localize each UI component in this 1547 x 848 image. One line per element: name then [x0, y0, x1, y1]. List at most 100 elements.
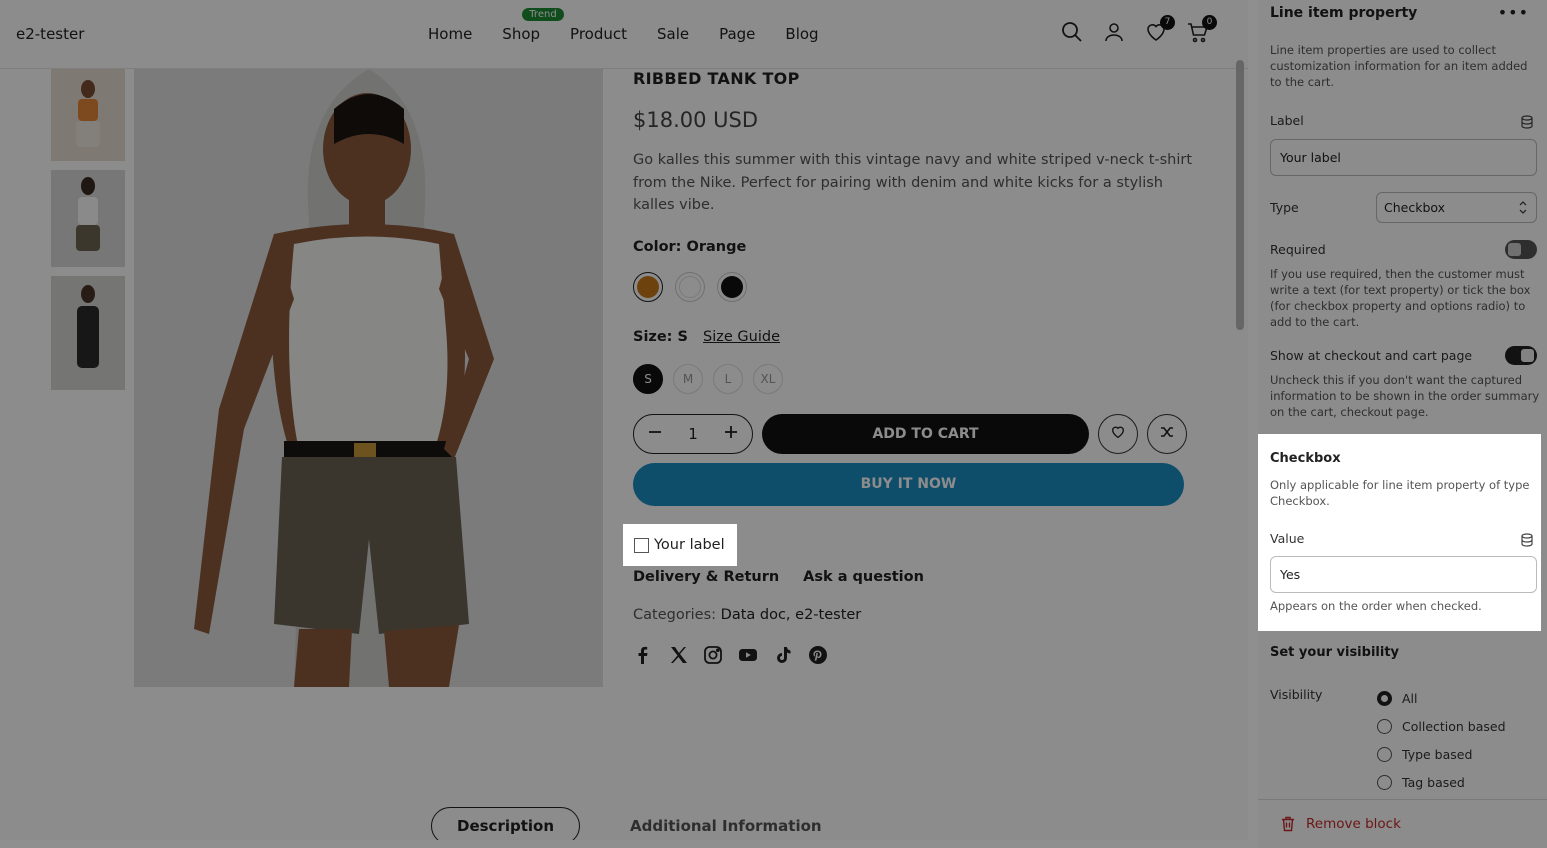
- categories-row: Categories: Data doc, e2-tester: [633, 607, 1193, 623]
- pinterest-icon[interactable]: [808, 645, 828, 665]
- ask-question-link[interactable]: Ask a question: [803, 569, 924, 585]
- panel-title: Line item property: [1270, 5, 1418, 21]
- radio-icon: [1377, 746, 1392, 762]
- nav-home[interactable]: Home: [428, 25, 472, 43]
- delivery-return-link[interactable]: Delivery & Return: [633, 569, 779, 585]
- color-swatches: [633, 271, 1193, 302]
- value-input[interactable]: Yes: [1270, 556, 1537, 593]
- size-option-l[interactable]: L: [713, 363, 743, 394]
- nav-product[interactable]: Product: [570, 25, 627, 43]
- cart-icon[interactable]: 0: [1186, 15, 1217, 44]
- value-help: Appears on the order when checked.: [1270, 599, 1482, 613]
- visibility-option-tag[interactable]: Tag based: [1377, 768, 1506, 796]
- database-icon[interactable]: [1520, 532, 1534, 547]
- nav-blog[interactable]: Blog: [785, 25, 818, 43]
- product-tabs: Description Additional Information: [431, 807, 822, 840]
- product-title: RIBBED TANK TOP: [633, 69, 800, 88]
- compare-button[interactable]: [1147, 413, 1187, 454]
- thumbnail-2[interactable]: [51, 170, 125, 267]
- size-label-row: Size: S Size Guide: [633, 329, 1193, 345]
- preview-scrollbar[interactable]: [1236, 60, 1244, 330]
- nav-page[interactable]: Page: [719, 25, 755, 43]
- type-field-label: Type: [1270, 200, 1299, 215]
- remove-block-button[interactable]: Remove block: [1306, 816, 1401, 832]
- panel-footer: Remove block: [1258, 799, 1547, 848]
- youtube-icon[interactable]: [738, 645, 758, 665]
- plus-icon[interactable]: [724, 425, 738, 443]
- buy-it-now-button[interactable]: BUY IT NOW: [633, 462, 1184, 506]
- cart-count-badge: 0: [1202, 15, 1217, 30]
- add-to-cart-button[interactable]: ADD TO CART: [762, 413, 1089, 454]
- visibility-option-collection[interactable]: Collection based: [1377, 712, 1506, 740]
- nav-sale[interactable]: Sale: [657, 25, 689, 43]
- swatch-orange[interactable]: [633, 271, 663, 302]
- custom-label-checkbox-preview[interactable]: Your label: [623, 524, 737, 566]
- required-help: If you use required, then the customer m…: [1270, 267, 1531, 329]
- size-guide-link[interactable]: Size Guide: [703, 329, 780, 345]
- thumbnail-1[interactable]: [51, 69, 125, 161]
- show-checkout-help: Uncheck this if you don't want the captu…: [1270, 373, 1540, 419]
- quantity-value[interactable]: 1: [688, 425, 698, 443]
- minus-icon[interactable]: [648, 425, 662, 443]
- product-info: RIBBED TANK TOP $18.00 USD Go kalles thi…: [633, 69, 1193, 665]
- site-logo[interactable]: e2-tester: [16, 25, 84, 43]
- thumbnail-3[interactable]: [51, 276, 125, 390]
- show-checkout-toggle[interactable]: [1505, 346, 1537, 365]
- visibility-options: All Collection based Type based Tag base…: [1377, 684, 1506, 796]
- wishlist-icon[interactable]: 7: [1144, 15, 1175, 44]
- show-checkout-label: Show at checkout and cart page: [1270, 348, 1473, 363]
- tab-description[interactable]: Description: [431, 807, 581, 840]
- site-header: e2-tester Home Shop Trend Product Sale P…: [0, 0, 1248, 69]
- wishlist-button[interactable]: [1098, 413, 1138, 454]
- checkbox-icon[interactable]: [634, 537, 649, 553]
- value-field-label: Value: [1270, 531, 1305, 546]
- visibility-title: Set your visibility: [1270, 645, 1400, 660]
- facebook-icon[interactable]: [633, 645, 653, 665]
- account-icon[interactable]: [1102, 20, 1126, 44]
- more-options-icon[interactable]: •••: [1498, 3, 1529, 22]
- size-option-m[interactable]: M: [673, 363, 703, 394]
- tiktok-icon[interactable]: [773, 645, 793, 665]
- visibility-option-all[interactable]: All: [1377, 684, 1506, 712]
- label-input[interactable]: Your label: [1270, 139, 1537, 176]
- categories-prefix: Categories:: [633, 606, 717, 623]
- nav-shop[interactable]: Shop Trend: [502, 8, 564, 43]
- radio-label: Type based: [1402, 746, 1473, 762]
- checkbox-settings-section: Checkbox Only applicable for line item p…: [1258, 434, 1541, 631]
- product-extra-links: Delivery & Return Ask a question: [633, 569, 1193, 585]
- chevron-updown-icon: [1518, 193, 1528, 234]
- heart-icon: [1110, 424, 1126, 444]
- product-price: $18.00 USD: [633, 108, 759, 132]
- radio-icon: [1377, 774, 1392, 790]
- product-thumbnails: [51, 69, 125, 399]
- cart-row: 1 ADD TO CART: [633, 413, 1193, 454]
- required-label: Required: [1270, 242, 1326, 257]
- social-share: [633, 645, 1193, 665]
- radio-label: All: [1402, 690, 1418, 706]
- type-select[interactable]: Checkbox: [1376, 192, 1537, 223]
- categories-links[interactable]: Data doc, e2-tester: [721, 607, 862, 623]
- database-icon[interactable]: [1520, 114, 1534, 129]
- search-icon[interactable]: [1060, 20, 1084, 44]
- swatch-white[interactable]: [675, 271, 705, 302]
- settings-panel: Line item property ••• Line item propert…: [1258, 0, 1547, 848]
- nav-shop-label: Shop: [502, 25, 541, 43]
- type-select-value: Checkbox: [1384, 200, 1446, 215]
- required-toggle[interactable]: [1505, 240, 1537, 259]
- trash-icon[interactable]: [1281, 816, 1295, 832]
- size-options: S M L XL: [633, 363, 1193, 394]
- storefront-preview: e2-tester Home Shop Trend Product Sale P…: [0, 0, 1248, 840]
- product-main-image[interactable]: [134, 69, 603, 687]
- main-nav: Home Shop Trend Product Sale Page Blog: [428, 8, 849, 43]
- size-option-s[interactable]: S: [633, 363, 663, 394]
- radio-selected-icon: [1377, 690, 1392, 706]
- swatch-black[interactable]: [717, 271, 747, 302]
- x-twitter-icon[interactable]: [668, 645, 688, 665]
- color-label: Color: Orange: [633, 238, 747, 255]
- tab-additional-information[interactable]: Additional Information: [630, 817, 822, 835]
- size-label: Size: S: [633, 328, 688, 345]
- panel-intro: Line item properties are used to collect…: [1270, 43, 1528, 89]
- visibility-option-type[interactable]: Type based: [1377, 740, 1506, 768]
- instagram-icon[interactable]: [703, 645, 723, 665]
- size-option-xl[interactable]: XL: [753, 363, 783, 394]
